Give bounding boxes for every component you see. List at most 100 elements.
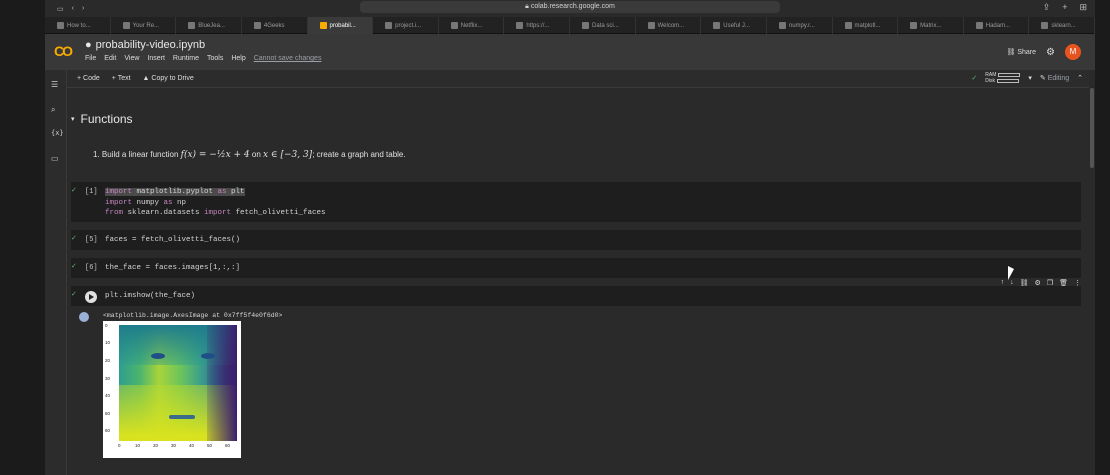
menu-edit[interactable]: Edit: [104, 55, 116, 62]
favicon-icon: [57, 22, 64, 29]
colab-logo[interactable]: CO: [54, 43, 73, 59]
menu-runtime[interactable]: Runtime: [173, 55, 199, 62]
run-cell-button[interactable]: [85, 291, 97, 303]
collapse-triangle-icon[interactable]: ▾: [71, 115, 75, 123]
share-button[interactable]: ⛓ Share: [1007, 48, 1037, 56]
menu-tools[interactable]: Tools: [207, 55, 223, 62]
tab[interactable]: Useful J...: [701, 17, 767, 34]
resource-monitor[interactable]: RAM Disk: [985, 72, 1021, 84]
cannot-save-link[interactable]: Cannot save changes: [254, 55, 322, 62]
menu-view[interactable]: View: [124, 55, 139, 62]
menu-insert[interactable]: Insert: [147, 55, 165, 62]
tab[interactable]: How to...: [45, 17, 111, 34]
tab[interactable]: Matrix...: [898, 17, 964, 34]
add-code-button[interactable]: + Code: [77, 75, 100, 82]
notebook-toolbar: + Code + Text ▲ Copy to Drive ✓ RAM Disk…: [67, 70, 1095, 88]
code-cell-2[interactable]: ✓ [5] faces = fetch_olivetti_faces(): [71, 230, 1081, 250]
code-cell-1[interactable]: ✓ [1] import matplotlib.pyplot as plt im…: [71, 182, 1081, 222]
code-text[interactable]: the_face = faces.images[1,:,:]: [105, 263, 240, 274]
x-tick-label: 0: [118, 443, 121, 448]
tab-overview-icon[interactable]: ⊞: [1079, 2, 1087, 13]
favicon-icon: [844, 22, 852, 29]
screen: ▭ ‹ › 🔒︎ colab.research.google.com ⇪ + ⊞…: [0, 0, 1110, 475]
url-text: colab.research.google.com: [530, 3, 615, 10]
exec-check-icon: ✓: [71, 235, 77, 242]
tab[interactable]: https://...: [504, 17, 570, 34]
y-tick-label: 0: [105, 323, 108, 328]
scrollbar-thumb[interactable]: [1090, 88, 1094, 168]
favicon-icon: [516, 22, 524, 29]
y-tick-label: 60: [105, 428, 111, 433]
tab[interactable]: Your Re...: [111, 17, 177, 34]
settings-gear-icon[interactable]: ⚙: [1046, 47, 1055, 58]
back-icon[interactable]: ‹: [72, 5, 74, 12]
menu-file[interactable]: File: [85, 55, 96, 62]
drive-icon: ▲: [142, 75, 150, 82]
menu-help[interactable]: Help: [231, 55, 245, 62]
notebook-body: ▾ Functions 1. Build a linear function f…: [67, 88, 1095, 475]
tab[interactable]: Netflix...: [439, 17, 505, 34]
text-cell-list-item: 1. Build a linear function f(x) = −½x + …: [93, 150, 406, 160]
code-cell-3[interactable]: ✓ [6] the_face = faces.images[1,:,:]: [71, 258, 1081, 278]
favicon-icon: [450, 22, 458, 29]
ram-bar: [998, 72, 1021, 77]
lock-icon: 🔒︎: [525, 3, 529, 10]
output-actions-icon[interactable]: [79, 312, 89, 322]
tab[interactable]: numpy.r...: [767, 17, 833, 34]
code-text[interactable]: plt.imshow(the_face): [105, 291, 195, 302]
exec-check-icon: ✓: [71, 263, 77, 270]
tab-active[interactable]: probabil...: [307, 17, 374, 34]
favicon-icon: [253, 22, 261, 29]
exec-check-icon: ✓: [71, 291, 77, 298]
code-text[interactable]: import matplotlib.pyplot as plt import n…: [105, 187, 326, 219]
favicon-icon: [122, 22, 130, 29]
copy-to-drive-button[interactable]: ▲ Copy to Drive: [143, 75, 194, 82]
section-heading[interactable]: ▾ Functions: [71, 112, 133, 126]
tab[interactable]: project.i...: [373, 17, 439, 34]
avatar[interactable]: M: [1065, 44, 1081, 60]
code-cell-4[interactable]: ✓ plt.imshow(the_face): [71, 286, 1081, 306]
browser-window: ▭ ‹ › 🔒︎ colab.research.google.com ⇪ + ⊞…: [45, 0, 1095, 475]
notebook-title[interactable]: probability-video.ipynb: [96, 39, 205, 51]
code-text[interactable]: faces = fetch_olivetti_faces(): [105, 235, 240, 246]
left-eye: [151, 353, 165, 359]
colab-header: CO ● probability-video.ipynb File Edit V…: [45, 34, 1095, 70]
dropdown-chevron-icon[interactable]: ▾: [1028, 74, 1032, 82]
right-eye: [201, 353, 215, 359]
face-image: [119, 325, 237, 441]
tab-bar: How to... Your Re... BlueJea... 4Geeks p…: [45, 17, 1095, 34]
favicon-icon: [582, 22, 589, 29]
x-tick-label: 30: [171, 443, 177, 448]
browser-toolbar: ▭ ‹ › 🔒︎ colab.research.google.com ⇪ + ⊞: [45, 0, 1095, 17]
sidebar-toggle-icon[interactable]: ▭: [57, 5, 64, 13]
share-icon[interactable]: ⇪: [1043, 2, 1051, 13]
favicon-icon: [975, 22, 983, 29]
x-tick-label: 10: [135, 443, 141, 448]
mouth: [169, 415, 195, 419]
tab[interactable]: Hadam...: [964, 17, 1030, 34]
add-text-button[interactable]: + Text: [112, 75, 131, 82]
collapse-chevron-up-icon[interactable]: ⌃: [1077, 74, 1083, 82]
tab[interactable]: Data sci...: [570, 17, 636, 34]
connected-check-icon: ✓: [971, 75, 978, 82]
disk-bar: [996, 78, 1019, 83]
favicon-icon: [778, 22, 786, 29]
search-icon[interactable]: ⌕: [51, 105, 55, 115]
forward-icon[interactable]: ›: [82, 5, 84, 12]
folder-icon[interactable]: ▭: [51, 154, 59, 163]
variables-icon[interactable]: {x}: [51, 129, 64, 137]
scrollbar[interactable]: [1089, 70, 1095, 475]
y-tick-label: 40: [105, 393, 111, 398]
tab[interactable]: Welcom...: [636, 17, 702, 34]
tab[interactable]: sklearn...: [1029, 17, 1095, 34]
tab[interactable]: 4Geeks: [242, 17, 308, 34]
y-tick-label: 30: [105, 376, 111, 381]
address-bar[interactable]: 🔒︎ colab.research.google.com: [360, 1, 780, 13]
new-tab-icon[interactable]: +: [1062, 2, 1067, 13]
tab[interactable]: matplotl...: [833, 17, 899, 34]
toc-icon[interactable]: ☰: [51, 80, 58, 89]
x-tick-label: 60: [225, 443, 231, 448]
tab[interactable]: BlueJea...: [176, 17, 242, 34]
editing-mode-button[interactable]: ✎ Editing: [1040, 74, 1069, 82]
mouse-cursor: [1008, 266, 1014, 280]
